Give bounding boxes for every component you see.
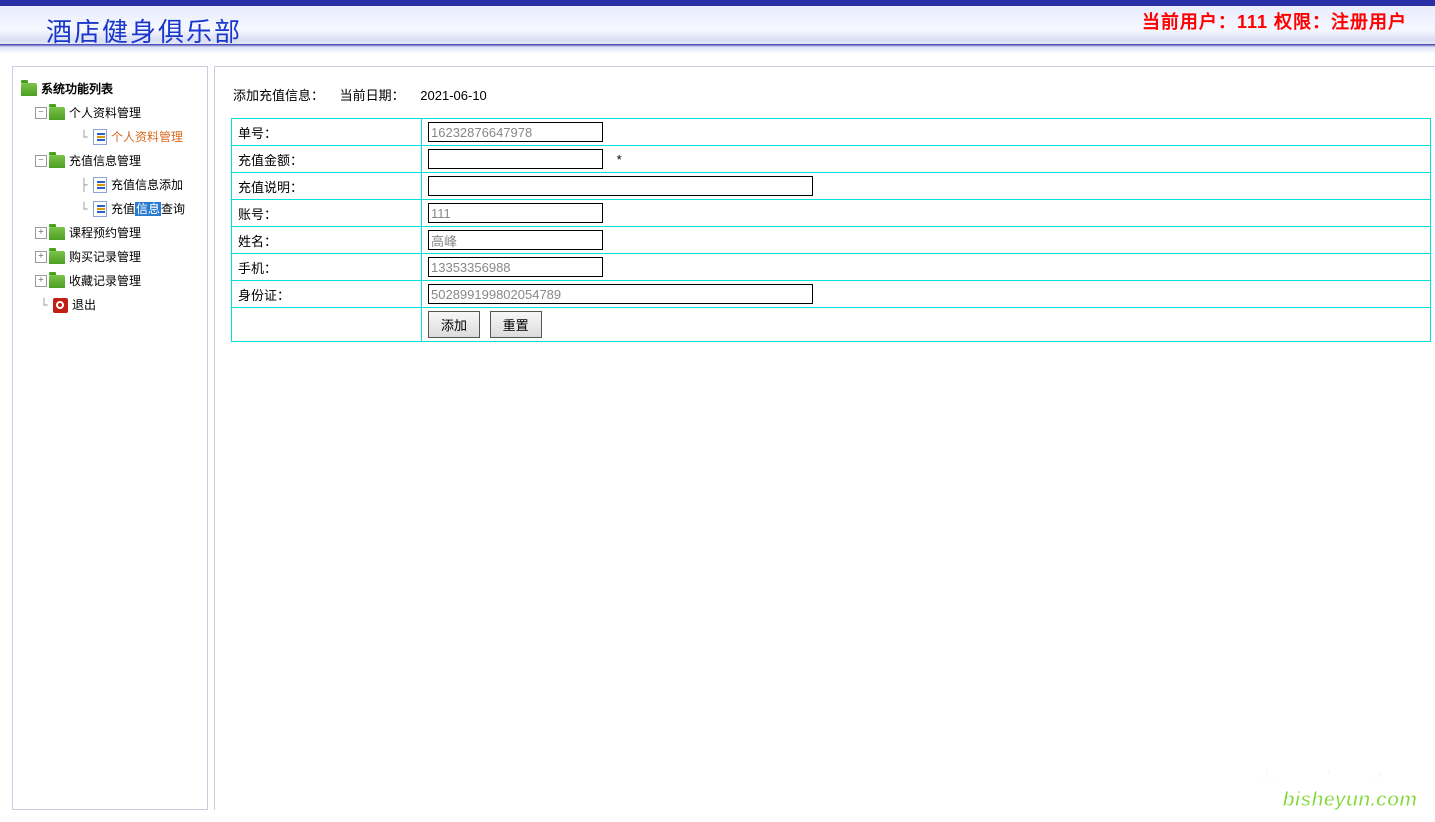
watermark-line2: bisheyun.com xyxy=(1141,789,1417,812)
page-icon xyxy=(93,201,107,217)
folder-icon xyxy=(49,155,65,168)
current-user-line: 当前用户：111 权限：注册用户 xyxy=(1142,8,1407,34)
input-amount[interactable] xyxy=(428,149,603,169)
label-account: 账号： xyxy=(232,200,422,227)
expand-toggle[interactable]: + xyxy=(35,251,47,263)
label-actions xyxy=(232,308,422,342)
input-desc[interactable] xyxy=(428,176,813,196)
user-prefix: 当前用户： xyxy=(1142,12,1237,32)
folder-icon xyxy=(49,107,65,120)
expand-toggle[interactable]: + xyxy=(35,227,47,239)
label-part: 查询 xyxy=(161,202,185,216)
folder-icon xyxy=(49,227,65,240)
tree-label: 个人资料管理 xyxy=(111,125,183,149)
row-phone: 手机： xyxy=(232,254,1431,281)
tree-label: 购买记录管理 xyxy=(69,245,141,269)
row-name: 姓名： xyxy=(232,227,1431,254)
tree-label: 课程预约管理 xyxy=(69,221,141,245)
tree-label: 充值信息添加 xyxy=(111,173,183,197)
expand-toggle[interactable]: + xyxy=(35,275,47,287)
label-idcard: 身份证： xyxy=(232,281,422,308)
tree-root[interactable]: 系统功能列表 xyxy=(21,77,201,101)
collapse-toggle[interactable]: − xyxy=(35,107,47,119)
row-amount: 充值金额： * xyxy=(232,146,1431,173)
tree-node-recharge[interactable]: − 充值信息管理 xyxy=(35,149,201,173)
tree-node-purchase[interactable]: + 购买记录管理 xyxy=(35,245,201,269)
label-highlight: 信息 xyxy=(135,202,161,216)
tree-connector: └ xyxy=(75,125,93,149)
input-idcard[interactable] xyxy=(428,284,813,304)
tree-leaf-recharge-add[interactable]: ├ 充值信息添加 xyxy=(75,173,201,197)
exit-icon xyxy=(53,298,68,313)
form-title: 添加充值信息： 当前日期： 2021-06-10 xyxy=(233,85,1435,104)
tree-connector: └ xyxy=(35,293,53,317)
input-account[interactable] xyxy=(428,203,603,223)
tree-node-favorites[interactable]: + 收藏记录管理 xyxy=(35,269,201,293)
page-icon xyxy=(93,177,107,193)
input-name[interactable] xyxy=(428,230,603,250)
input-order-no[interactable] xyxy=(428,122,603,142)
label-phone: 手机： xyxy=(232,254,422,281)
tree-node-profile[interactable]: − 个人资料管理 xyxy=(35,101,201,125)
tree-label: 退出 xyxy=(72,293,96,317)
collapse-toggle[interactable]: − xyxy=(35,155,47,167)
tree-label: 充值信息查询 xyxy=(111,197,185,221)
submit-button[interactable]: 添加 xyxy=(428,311,480,338)
row-order-no: 单号： xyxy=(232,119,1431,146)
tree-label: 收藏记录管理 xyxy=(69,269,141,293)
row-account: 账号： xyxy=(232,200,1431,227)
watermark: 更多设计请关注（毕设云） bisheyun.com xyxy=(1141,757,1417,812)
input-phone[interactable] xyxy=(428,257,603,277)
tree-connector: ├ xyxy=(75,173,93,197)
folder-icon xyxy=(49,275,65,288)
label-desc: 充值说明： xyxy=(232,173,422,200)
row-desc: 充值说明： xyxy=(232,173,1431,200)
tree-leaf-exit[interactable]: └ 退出 xyxy=(35,293,201,317)
required-mark: * xyxy=(617,152,622,167)
reset-button[interactable]: 重置 xyxy=(490,311,542,338)
folder-icon xyxy=(49,251,65,264)
nav-tree: 系统功能列表 − 个人资料管理 xyxy=(19,77,201,317)
page-icon xyxy=(93,129,107,145)
tree-node-course[interactable]: + 课程预约管理 xyxy=(35,221,201,245)
tree-label: 充值信息管理 xyxy=(69,149,141,173)
form-title-prefix: 添加充值信息： xyxy=(233,85,324,104)
perm-prefix: 权限： xyxy=(1268,12,1331,32)
label-part: 充值 xyxy=(111,202,135,216)
header-band: 酒店健身俱乐部 当前用户：111 权限：注册用户 xyxy=(0,0,1435,54)
tree-label: 个人资料管理 xyxy=(69,101,141,125)
perm-value: 注册用户 xyxy=(1331,12,1407,32)
tree-connector: └ xyxy=(75,197,93,221)
label-amount: 充值金额： xyxy=(232,146,422,173)
form-table: 单号： 充值金额： * 充值说明： 账号： 姓名： xyxy=(231,118,1431,342)
row-actions: 添加 重置 xyxy=(232,308,1431,342)
watermark-line1: 更多设计请关注（毕设云） xyxy=(1141,757,1417,789)
tree-leaf-recharge-query[interactable]: └ 充值信息查询 xyxy=(75,197,201,221)
tree-root-label: 系统功能列表 xyxy=(41,77,113,101)
main-panel: 添加充值信息： 当前日期： 2021-06-10 单号： 充值金额： * 充值说… xyxy=(214,66,1435,810)
row-idcard: 身份证： xyxy=(232,281,1431,308)
label-name: 姓名： xyxy=(232,227,422,254)
sidebar: 系统功能列表 − 个人资料管理 xyxy=(12,66,208,810)
tree-leaf-profile-manage[interactable]: └ 个人资料管理 xyxy=(75,125,201,149)
user-name: 111 xyxy=(1237,12,1268,32)
folder-icon xyxy=(21,83,37,96)
date-value: 2021-06-10 xyxy=(420,88,487,103)
date-label: 当前日期： xyxy=(340,85,405,104)
header-divider xyxy=(0,44,1435,54)
label-order-no: 单号： xyxy=(232,119,422,146)
